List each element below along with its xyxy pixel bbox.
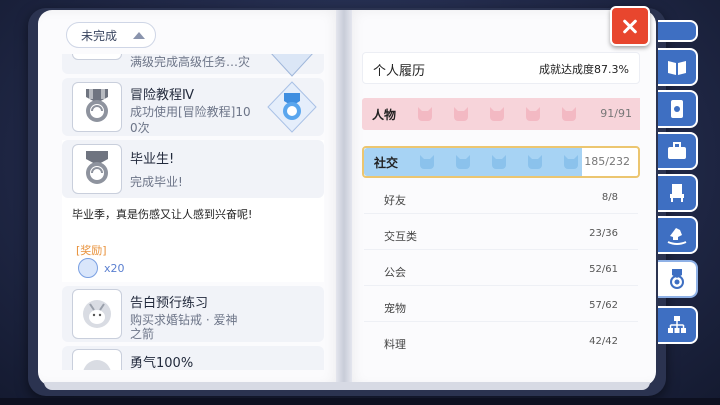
achievement-title: 毕业生! <box>130 152 175 167</box>
medal-icon <box>72 144 122 194</box>
tab-relations[interactable] <box>658 306 698 344</box>
sub-label: 公会 <box>384 266 406 279</box>
tab-book[interactable] <box>658 20 698 42</box>
sub-count: 23/36 <box>589 228 618 239</box>
social-sub-row[interactable]: 交互类 23/36 <box>364 220 638 250</box>
tab-toolbox[interactable] <box>658 132 698 170</box>
medal-icon <box>72 54 122 60</box>
sub-label: 宠物 <box>384 302 406 315</box>
page-edges <box>44 382 650 390</box>
cat-face-icon <box>490 107 504 121</box>
achievement-quote: 毕业季，真是伤感又让人感到兴奋呢! <box>72 208 253 221</box>
filter-label: 未完成 <box>81 28 118 43</box>
book-spine <box>336 10 352 386</box>
cat-face-row <box>416 105 578 121</box>
social-sub-row[interactable]: 宠物 57/62 <box>364 292 638 322</box>
cat-face-icon <box>454 107 468 121</box>
cat-face-icon <box>420 155 434 169</box>
org-chart-icon <box>668 316 686 333</box>
reward-label: [奖励] <box>76 244 107 257</box>
tab-toys[interactable] <box>658 216 698 254</box>
cat-face-row <box>418 153 580 169</box>
category-social[interactable]: 社交 185/232 <box>362 146 640 178</box>
category-person[interactable]: 人物 91/91 <box>362 98 640 130</box>
resume-header: 个人履历 成就达成度87.3% <box>362 52 640 84</box>
card-icon <box>671 100 683 118</box>
achievement-desc: 完成毕业! <box>130 175 183 189</box>
sub-count: 57/62 <box>589 300 618 311</box>
toolbox-icon <box>668 142 686 159</box>
sub-label: 交互类 <box>384 230 417 243</box>
resume-title: 个人履历 <box>373 64 426 79</box>
reward-medal-icon <box>267 81 317 133</box>
achievement-card[interactable]: 冒险教程Ⅳ 成功使用[冒险教程]10 0次 <box>62 78 324 136</box>
achievement-card[interactable]: 满级完成高级任务…灾 <box>62 54 324 77</box>
reward-count: x20 <box>104 262 125 275</box>
cat-face-icon <box>418 107 432 121</box>
sub-label: 料理 <box>384 338 406 351</box>
completion-rate: 成就达成度87.3% <box>539 63 629 76</box>
social-sub-row[interactable]: 公会 52/61 <box>364 256 638 286</box>
achievement-card[interactable]: 勇气100% <box>62 346 324 370</box>
cat-face-icon <box>492 155 506 169</box>
sub-count: 8/8 <box>601 192 618 203</box>
reward-item-icon <box>78 258 98 278</box>
tab-cards[interactable] <box>658 90 698 128</box>
achievement-title: 告白预行练习 <box>130 296 209 311</box>
medal-icon <box>670 269 684 289</box>
achievement-desc-line1: 成功使用[冒险教程]10 <box>130 105 251 119</box>
tab-album[interactable] <box>658 48 698 86</box>
category-label: 社交 <box>374 156 399 170</box>
achievement-desc-line2: 之箭 <box>130 327 155 341</box>
cat-face-icon <box>564 155 578 169</box>
chevron-up-icon <box>133 31 145 39</box>
cat-face-icon <box>456 155 470 169</box>
bottom-bar <box>0 398 720 405</box>
category-count: 91/91 <box>600 107 632 120</box>
achievement-title: 冒险教程Ⅳ <box>130 88 194 103</box>
achievement-desc-line2: 0次 <box>130 121 150 135</box>
social-sub-row[interactable]: 料理 42/42 <box>364 328 638 358</box>
medal-icon <box>72 82 122 132</box>
achievement-title: 勇气100% <box>130 356 194 370</box>
achievement-desc: 满级完成高级任务…灾 <box>130 55 251 69</box>
achievement-card[interactable]: 告白预行练习 购买求婚钻戒 · 爱神 之箭 <box>62 286 324 342</box>
cat-face-icon <box>526 107 540 121</box>
reward-diamond-icon <box>271 54 313 77</box>
social-sub-row[interactable]: 好友 8/8 <box>364 184 638 214</box>
filter-dropdown[interactable]: 未完成 <box>66 22 156 48</box>
cat-face-icon <box>528 155 542 169</box>
sub-label: 好友 <box>384 194 406 207</box>
rocking-horse-icon <box>667 228 687 245</box>
book-icon <box>668 61 686 75</box>
tab-achievements[interactable] <box>658 260 698 298</box>
achievement-expanded[interactable]: 毕业生! 完成毕业! 毕业季，真是伤感又让人感到兴奋呢! [奖励] x20 <box>62 140 324 282</box>
throne-icon <box>670 184 684 202</box>
category-label: 人物 <box>372 108 397 122</box>
sub-count: 42/42 <box>589 336 618 347</box>
cat-face-icon <box>562 107 576 121</box>
category-count: 185/232 <box>584 155 630 168</box>
achievement-list[interactable]: 满级完成高级任务…灾 冒险教程Ⅳ 成功使用[冒险教程]10 0次 毕业生! 完成… <box>62 54 328 370</box>
tab-furniture[interactable] <box>658 174 698 212</box>
achievement-card: 毕业生! 完成毕业! <box>62 140 324 198</box>
close-button[interactable] <box>610 6 650 46</box>
sub-count: 52/61 <box>589 264 618 275</box>
wolf-medal-icon <box>72 289 122 339</box>
wolf-medal-icon <box>72 349 122 370</box>
